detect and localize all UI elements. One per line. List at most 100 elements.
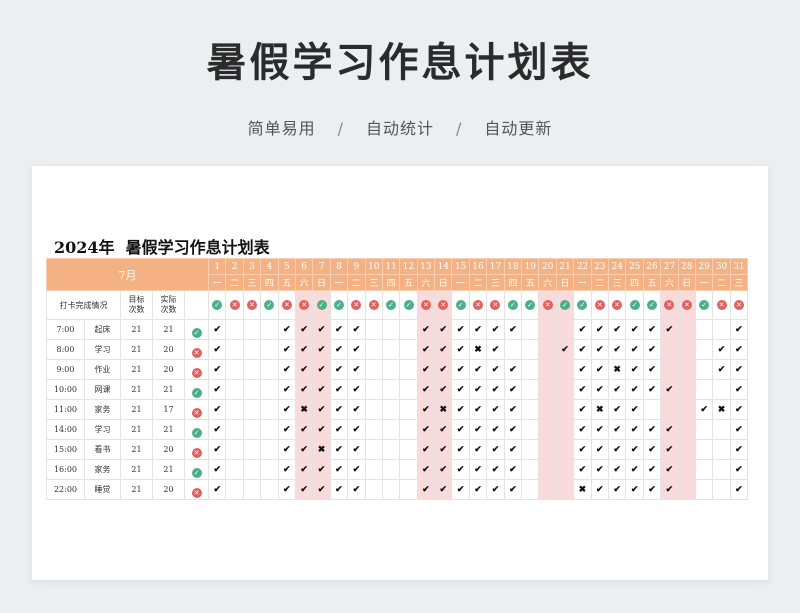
day-cell[interactable]: ✔ xyxy=(503,459,523,480)
day-cell[interactable] xyxy=(225,379,244,400)
day-cell[interactable]: ✖ xyxy=(294,399,314,420)
day-cell[interactable]: ✔ xyxy=(573,399,592,420)
day-cell[interactable]: ✔ xyxy=(208,379,227,400)
day-cell[interactable]: ✔ xyxy=(729,359,749,380)
day-cell[interactable]: ✔ xyxy=(729,439,749,460)
day-cell[interactable] xyxy=(712,439,731,460)
day-cell[interactable]: ✔ xyxy=(347,319,366,340)
day-cell[interactable]: ✔ xyxy=(694,399,714,420)
day-cell[interactable]: ✔ xyxy=(729,459,749,480)
day-cell[interactable] xyxy=(712,379,731,400)
day-cell[interactable]: ✔ xyxy=(468,439,488,460)
day-cell[interactable]: ✔ xyxy=(434,459,453,480)
day-cell[interactable]: ✔ xyxy=(416,439,436,460)
day-cell[interactable]: ✔ xyxy=(416,479,436,500)
day-cell[interactable]: ✔ xyxy=(434,339,453,360)
day-cell[interactable]: ✔ xyxy=(312,359,331,380)
day-cell[interactable] xyxy=(538,479,557,500)
day-cell[interactable]: ✔ xyxy=(503,419,523,440)
day-cell[interactable]: ✔ xyxy=(294,439,314,460)
day-cell[interactable] xyxy=(677,399,696,420)
day-cell[interactable] xyxy=(260,379,279,400)
day-cell[interactable]: ✔ xyxy=(451,339,470,360)
day-cell[interactable]: ✔ xyxy=(573,459,592,480)
day-cell[interactable]: ✔ xyxy=(590,379,610,400)
day-cell[interactable]: ✔ xyxy=(642,319,662,340)
day-cell[interactable]: ✔ xyxy=(294,459,314,480)
day-cell[interactable] xyxy=(642,399,662,420)
day-cell[interactable] xyxy=(364,439,383,460)
day-cell[interactable]: ✔ xyxy=(486,419,505,440)
day-cell[interactable] xyxy=(521,479,540,500)
day-cell[interactable] xyxy=(399,399,418,420)
day-cell[interactable]: ✔ xyxy=(451,439,470,460)
day-cell[interactable]: ✔ xyxy=(208,359,227,380)
day-cell[interactable]: ✔ xyxy=(277,439,296,460)
day-cell[interactable]: ✔ xyxy=(294,359,314,380)
day-cell[interactable]: ✔ xyxy=(573,419,592,440)
day-cell[interactable]: ✔ xyxy=(277,319,296,340)
day-cell[interactable]: ✔ xyxy=(712,339,731,360)
day-cell[interactable]: ✖ xyxy=(312,439,331,460)
day-cell[interactable] xyxy=(694,319,714,340)
day-cell[interactable] xyxy=(521,419,540,440)
day-cell[interactable]: ✔ xyxy=(208,399,227,420)
day-cell[interactable]: ✔ xyxy=(660,419,679,440)
day-cell[interactable] xyxy=(399,339,418,360)
day-cell[interactable] xyxy=(260,399,279,420)
day-cell[interactable]: ✔ xyxy=(329,479,349,500)
day-cell[interactable]: ✔ xyxy=(625,379,644,400)
day-cell[interactable] xyxy=(538,379,557,400)
day-cell[interactable]: ✔ xyxy=(277,379,296,400)
day-cell[interactable] xyxy=(364,459,383,480)
day-cell[interactable] xyxy=(712,459,731,480)
day-cell[interactable]: ✔ xyxy=(625,359,644,380)
day-cell[interactable]: ✔ xyxy=(642,379,662,400)
day-cell[interactable]: ✔ xyxy=(277,359,296,380)
day-cell[interactable] xyxy=(260,359,279,380)
day-cell[interactable] xyxy=(260,339,279,360)
day-cell[interactable]: ✔ xyxy=(660,439,679,460)
day-cell[interactable] xyxy=(364,379,383,400)
day-cell[interactable]: ✔ xyxy=(625,459,644,480)
day-cell[interactable] xyxy=(364,339,383,360)
day-cell[interactable] xyxy=(660,339,679,360)
day-cell[interactable] xyxy=(364,319,383,340)
day-cell[interactable]: ✔ xyxy=(486,479,505,500)
day-cell[interactable] xyxy=(225,439,244,460)
day-cell[interactable]: ✔ xyxy=(486,359,505,380)
day-cell[interactable]: ✔ xyxy=(503,399,523,420)
day-cell[interactable]: ✔ xyxy=(294,319,314,340)
day-cell[interactable]: ✔ xyxy=(503,379,523,400)
day-cell[interactable] xyxy=(694,479,714,500)
day-cell[interactable] xyxy=(399,459,418,480)
day-cell[interactable] xyxy=(521,339,540,360)
day-cell[interactable]: ✔ xyxy=(434,439,453,460)
day-cell[interactable]: ✖ xyxy=(712,399,731,420)
day-cell[interactable]: ✔ xyxy=(590,339,610,360)
day-cell[interactable]: ✔ xyxy=(208,419,227,440)
day-cell[interactable] xyxy=(399,479,418,500)
day-cell[interactable] xyxy=(225,399,244,420)
day-cell[interactable] xyxy=(555,459,575,480)
day-cell[interactable]: ✔ xyxy=(625,319,644,340)
day-cell[interactable] xyxy=(381,319,401,340)
day-cell[interactable]: ✖ xyxy=(607,359,627,380)
day-cell[interactable] xyxy=(712,319,731,340)
day-cell[interactable]: ✔ xyxy=(416,419,436,440)
day-cell[interactable]: ✔ xyxy=(347,359,366,380)
day-cell[interactable] xyxy=(260,319,279,340)
day-cell[interactable]: ✔ xyxy=(294,419,314,440)
day-cell[interactable]: ✔ xyxy=(451,379,470,400)
day-cell[interactable]: ✔ xyxy=(642,419,662,440)
day-cell[interactable]: ✔ xyxy=(451,319,470,340)
day-cell[interactable] xyxy=(242,319,262,340)
day-cell[interactable] xyxy=(538,459,557,480)
day-cell[interactable]: ✔ xyxy=(590,319,610,340)
day-cell[interactable]: ✔ xyxy=(729,419,749,440)
day-cell[interactable] xyxy=(677,339,696,360)
day-cell[interactable] xyxy=(242,439,262,460)
day-cell[interactable]: ✔ xyxy=(590,439,610,460)
day-cell[interactable] xyxy=(694,459,714,480)
day-cell[interactable]: ✔ xyxy=(486,459,505,480)
